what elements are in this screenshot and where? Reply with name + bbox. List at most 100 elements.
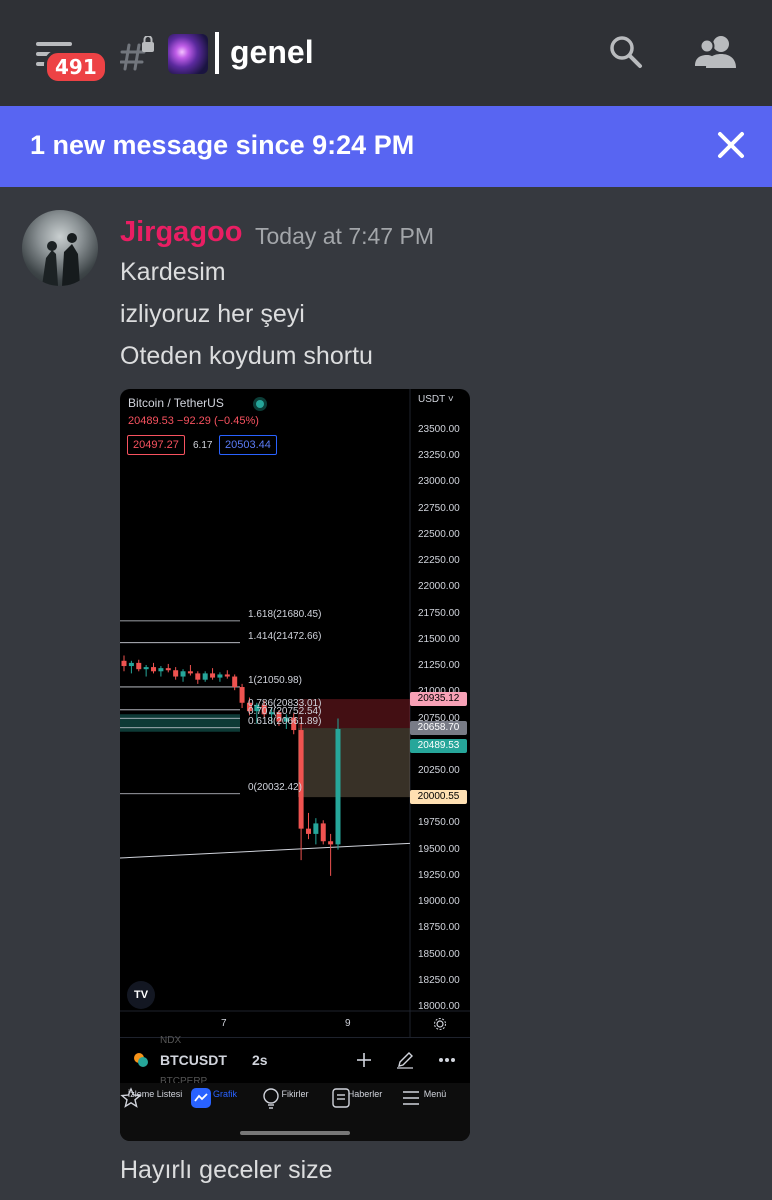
price-tag: 20658.70 xyxy=(410,721,467,736)
message-line: Oteden koydum shortu xyxy=(120,342,373,370)
y-tick-label: 18250.00 xyxy=(418,974,460,986)
candle xyxy=(195,673,201,680)
candle xyxy=(298,730,304,829)
currency-selector[interactable]: USDT ˅ xyxy=(418,394,454,405)
y-tick-label: 23500.00 xyxy=(418,424,460,435)
x-tick-label: 9 xyxy=(345,1018,351,1029)
candle xyxy=(173,670,179,677)
tab-chart[interactable]: Grafik xyxy=(190,1087,260,1108)
btc-coin-icon xyxy=(134,1053,148,1067)
drawing-pen-icon[interactable] xyxy=(396,1051,414,1069)
new-messages-bar[interactable]: 1 new message since 9:24 PM xyxy=(0,106,772,187)
app-tab-bar: İzleme Listesi Grafik Fikirler Haberler … xyxy=(120,1083,470,1141)
y-tick-label: 21750.00 xyxy=(418,607,460,619)
new-messages-text: 1 new message since 9:24 PM xyxy=(30,130,415,160)
message-line: Hayırlı geceler size xyxy=(120,1156,333,1184)
ticker-symbol[interactable]: BTCUSDT xyxy=(160,1052,227,1068)
candle xyxy=(121,660,127,667)
message-line: izliyoruz her şeyi xyxy=(120,300,305,328)
y-tick-label: 21250.00 xyxy=(418,660,460,672)
channel-separator xyxy=(215,32,219,74)
y-tick-label: 20250.00 xyxy=(418,764,460,776)
fibonacci-band xyxy=(120,714,240,732)
y-tick-label: 21500.00 xyxy=(418,633,460,645)
fibonacci-level-label: 1.618(21680.45) xyxy=(248,608,322,620)
take-profit-zone xyxy=(298,728,410,798)
market-open-dot xyxy=(256,400,264,408)
lightbulb-icon xyxy=(263,1088,279,1109)
message-timestamp: Today at 7:47 PM xyxy=(255,223,434,249)
unread-badge: 491 xyxy=(44,50,108,84)
buy-button[interactable]: 20503.44 xyxy=(219,435,277,455)
y-tick-label: 22250.00 xyxy=(418,555,460,567)
message-line: Kardesim xyxy=(120,258,226,286)
candle xyxy=(143,667,149,670)
y-tick-label: 22500.00 xyxy=(418,528,460,540)
candle xyxy=(128,662,134,667)
candle xyxy=(305,828,311,834)
chart-icon xyxy=(191,1088,211,1108)
candle xyxy=(136,662,142,670)
candle xyxy=(202,673,208,680)
fibonacci-level-label: 0(20032.42) xyxy=(248,781,302,793)
y-tick-label: 19500.00 xyxy=(418,843,460,855)
hamburger-icon xyxy=(403,1091,419,1105)
channel-header: 491 genel xyxy=(0,0,772,106)
candle xyxy=(165,668,171,671)
y-tick-label: 23000.00 xyxy=(418,476,460,488)
candle xyxy=(217,674,223,678)
spread-value: 6.17 xyxy=(193,440,213,451)
username[interactable]: Jirgagoo xyxy=(120,216,242,249)
tradingview-logo: TV xyxy=(127,981,155,1009)
add-icon[interactable] xyxy=(356,1052,372,1068)
y-tick-label: 18000.00 xyxy=(418,1001,460,1012)
symbol-toolbar: NDX BTCUSDT 2s BTCPERP xyxy=(120,1035,470,1087)
search-icon[interactable] xyxy=(608,34,644,70)
behind-ticker-text: NDX xyxy=(160,1035,182,1046)
price-tag: 20489.53 xyxy=(410,738,467,753)
price-tag: 20935.12 xyxy=(410,692,467,707)
tab-news[interactable]: Haberler xyxy=(330,1087,400,1108)
fibonacci-level-label: 1.414(21472.66) xyxy=(248,630,322,642)
news-icon xyxy=(332,1088,350,1108)
candle xyxy=(335,728,341,845)
y-tick-label: 22000.00 xyxy=(418,581,460,593)
symbol-title: Bitcoin / TetherUS xyxy=(128,396,224,410)
candle xyxy=(239,687,245,703)
y-tick-label: 18750.00 xyxy=(418,922,460,934)
more-options-icon[interactable] xyxy=(438,1057,456,1063)
tab-ideas[interactable]: Fikirler xyxy=(260,1087,330,1109)
y-tick-label: 19000.00 xyxy=(418,896,460,908)
candle xyxy=(313,823,319,834)
last-change: 20489.53 −92.29 (−0.45%) xyxy=(128,415,259,427)
close-icon[interactable] xyxy=(716,130,746,160)
home-indicator xyxy=(240,1131,350,1135)
y-tick-label: 18500.00 xyxy=(418,948,460,960)
candle xyxy=(210,673,216,678)
trend-line xyxy=(120,842,411,859)
y-tick-label: 19750.00 xyxy=(418,817,460,829)
tab-menu[interactable]: Menü xyxy=(400,1087,470,1105)
y-tick-label: 22750.00 xyxy=(418,502,460,514)
candle xyxy=(187,671,193,674)
candle xyxy=(158,668,164,672)
channel-name: genel xyxy=(230,34,314,70)
candle xyxy=(151,667,157,672)
locked-hash-icon xyxy=(120,36,154,71)
interval-selector[interactable]: 2s xyxy=(252,1052,268,1068)
candle xyxy=(180,671,186,677)
candle xyxy=(232,676,238,688)
settings-gear-icon[interactable] xyxy=(433,1017,447,1031)
candle xyxy=(328,841,334,845)
x-tick-label: 7 xyxy=(221,1018,227,1029)
avatar[interactable] xyxy=(22,210,98,286)
price-tag: 20000.55 xyxy=(410,790,467,805)
y-tick-label: 19250.00 xyxy=(418,869,460,881)
members-icon[interactable] xyxy=(694,34,738,70)
candle xyxy=(320,823,326,842)
sell-button[interactable]: 20497.27 xyxy=(127,435,185,455)
image-attachment[interactable]: Bitcoin / TetherUS 20489.53 −92.29 (−0.4… xyxy=(120,389,470,1141)
tab-watchlist[interactable]: İzleme Listesi xyxy=(120,1087,190,1108)
candle xyxy=(224,674,230,677)
fibonacci-level-label: 1(21050.98) xyxy=(248,674,302,686)
